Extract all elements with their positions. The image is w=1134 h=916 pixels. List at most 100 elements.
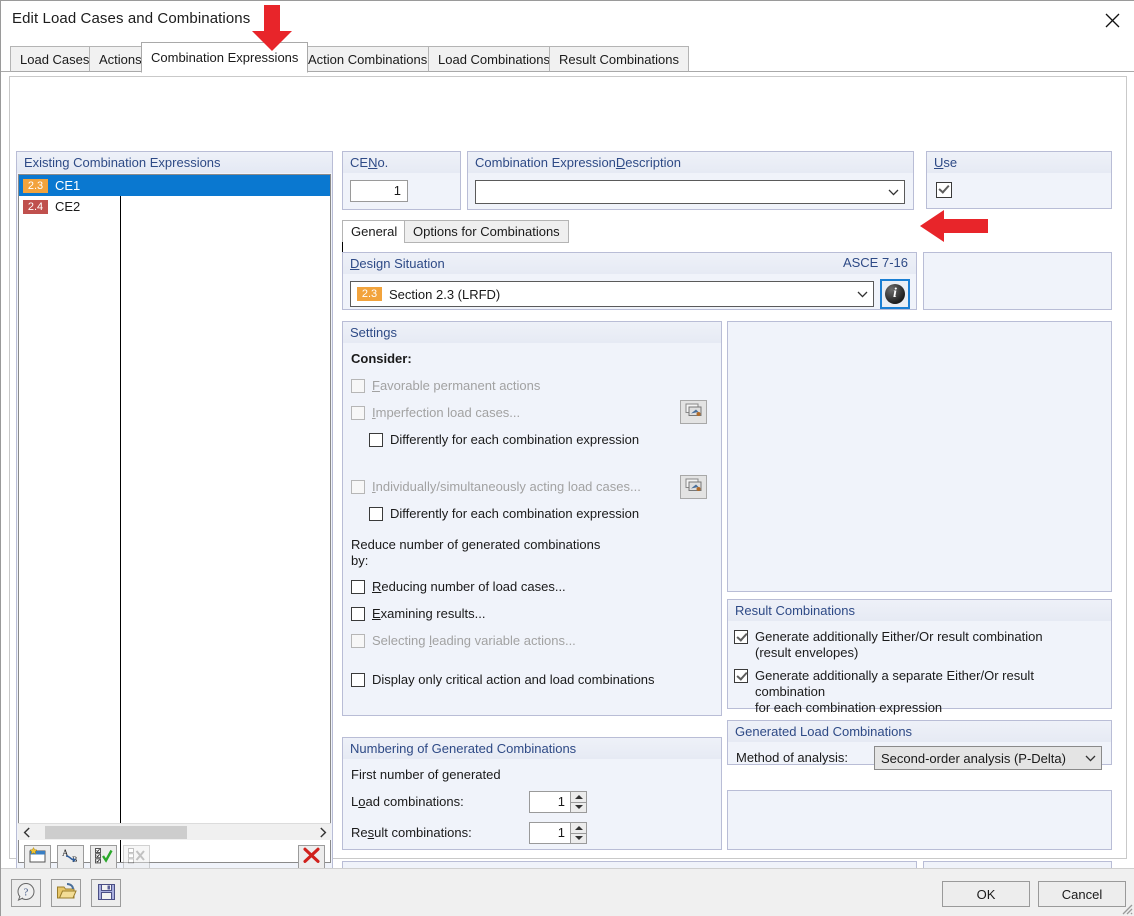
list-item-label: CE1 (55, 178, 81, 193)
delete-combination-expression-button[interactable] (298, 845, 325, 869)
checkbox-row-favorable-permanent-actions[interactable]: Favorable permanent actions (351, 378, 540, 393)
generated-load-combinations-title: Generated Load Combinations (727, 720, 1112, 742)
main-tabstrip: Load Cases Actions Combination Expressio… (1, 39, 1134, 73)
method-of-analysis-select[interactable]: Second-order analysis (P-Delta) (874, 746, 1102, 770)
examining-results-checkbox[interactable] (351, 607, 365, 621)
scrollbar-track[interactable] (35, 824, 314, 841)
result-combinations-number-input[interactable]: 1 (529, 822, 570, 844)
list-horizontal-scrollbar[interactable] (18, 823, 331, 840)
individually-simultaneously-select-button[interactable] (680, 475, 707, 499)
close-button[interactable] (1089, 1, 1134, 39)
individually-simultaneously-checkbox[interactable] (351, 480, 365, 494)
settings-title: Settings (342, 321, 722, 343)
rename-icon: A B (61, 847, 80, 867)
help-button[interactable]: ? (11, 879, 41, 907)
checkbox-label: Individually/simultaneously acting load … (372, 479, 641, 494)
resize-grip[interactable] (1119, 901, 1133, 915)
checkbox-label: Display only critical action and load co… (372, 672, 655, 687)
existing-combination-expressions-group: Existing Combination Expressions 2.3 CE1… (16, 151, 333, 876)
use-group: Use (926, 151, 1112, 209)
select-objects-icon (685, 478, 703, 496)
open-button[interactable] (51, 879, 81, 907)
checkbox-row-generate-separate-either-or-result-combination[interactable]: Generate additionally a separate Either/… (734, 668, 1106, 716)
help-icon: ? (16, 882, 36, 905)
ok-button[interactable]: OK (942, 881, 1030, 907)
method-of-analysis-label: Method of analysis: (736, 750, 849, 765)
dialog-body: Existing Combination Expressions 2.3 CE1… (1, 72, 1134, 916)
checkbox-label: Differently for each combination express… (390, 432, 640, 447)
generate-separate-either-or-checkbox[interactable] (734, 669, 748, 683)
cancel-button[interactable]: Cancel (1038, 881, 1126, 907)
numbering-title: Numbering of Generated Combinations (342, 737, 722, 759)
load-combinations-number-input[interactable]: 1 (529, 791, 570, 813)
tab-action-combinations[interactable]: Action Combinations (298, 46, 438, 72)
chevron-down-icon[interactable] (1079, 747, 1101, 769)
existing-combination-expressions-title: Existing Combination Expressions (16, 151, 333, 173)
stepper-down-button[interactable] (570, 832, 587, 844)
imperfection-load-cases-checkbox[interactable] (351, 406, 365, 420)
generate-either-or-result-combination-checkbox[interactable] (734, 630, 748, 644)
design-situation-group: Design Situation ASCE 7-16 2.3 Section 2… (342, 252, 917, 310)
delete-red-x-icon (302, 847, 321, 867)
checkbox-row-selecting-leading-variable-actions[interactable]: Selecting leading variable actions... (351, 633, 576, 648)
checkbox-row-imperfection-load-cases[interactable]: Imperfection load cases... (351, 405, 520, 420)
result-combinations-number-label: Result combinations: (351, 825, 472, 840)
stepper-down-button[interactable] (570, 801, 587, 813)
imperfection-differently-checkbox[interactable] (369, 433, 383, 447)
list-column-separator (120, 175, 121, 862)
checkbox-label: Imperfection load cases... (372, 405, 521, 420)
chevron-left-icon[interactable] (18, 824, 35, 841)
chevron-down-icon[interactable] (882, 181, 904, 203)
use-title: Use (926, 151, 1112, 173)
inner-tab-divider (342, 242, 343, 252)
use-checkbox[interactable] (936, 182, 952, 198)
checkbox-row-examining-results[interactable]: Examining results... (351, 606, 485, 621)
tab-load-cases[interactable]: Load Cases (10, 46, 100, 72)
load-combinations-number-stepper[interactable]: 1 (529, 791, 587, 813)
tab-combination-expressions[interactable]: Combination Expressions (141, 42, 309, 73)
first-number-label: First number of generated (351, 767, 501, 782)
ce-no-input[interactable]: 1 (350, 180, 408, 202)
checkbox-row-reducing-number-of-load-cases[interactable]: Reducing number of load cases... (351, 579, 566, 594)
combination-expression-description-title: Combination Expression Description (467, 151, 914, 173)
save-disk-icon (97, 883, 116, 904)
favorable-permanent-actions-checkbox[interactable] (351, 379, 365, 393)
tab-options-for-combinations[interactable]: Options for Combinations (404, 220, 569, 243)
checkbox-row-generate-either-or-result-combination[interactable]: Generate additionally Either/Or result c… (734, 629, 1106, 661)
reduce-label-line2: by: (351, 553, 369, 568)
checkbox-row-display-only-critical[interactable]: Display only critical action and load co… (351, 672, 655, 687)
design-standard-label: ASCE 7-16 (842, 255, 908, 270)
display-only-critical-checkbox[interactable] (351, 673, 365, 687)
chevron-right-icon[interactable] (314, 824, 331, 841)
new-combination-expression-button[interactable] (24, 845, 51, 869)
individually-differently-checkbox[interactable] (369, 507, 383, 521)
reducing-number-of-load-cases-checkbox[interactable] (351, 580, 365, 594)
imperfection-load-cases-select-button[interactable] (680, 400, 707, 424)
settings-group: Settings Consider: Favorable permanent a… (342, 321, 722, 716)
design-situation-select[interactable]: 2.3 Section 2.3 (LRFD) (350, 281, 874, 307)
list-item[interactable]: 2.4 CE2 (19, 196, 330, 217)
checkbox-row-individually-simultaneously-acting-load-cases[interactable]: Individually/simultaneously acting load … (351, 479, 641, 494)
design-situation-info-button[interactable]: i (880, 279, 910, 309)
deselect-all-button[interactable] (123, 845, 150, 869)
list-item-badge: 2.4 (23, 199, 48, 214)
select-all-button[interactable] (90, 845, 117, 869)
chevron-down-icon[interactable] (851, 282, 873, 306)
stepper-up-button[interactable] (570, 822, 587, 833)
list-item[interactable]: 2.3 CE1 (19, 175, 330, 196)
checkbox-row-individually-differently[interactable]: Differently for each combination express… (369, 506, 639, 521)
result-combinations-number-stepper[interactable]: 1 (529, 822, 587, 844)
stepper-up-button[interactable] (570, 791, 587, 802)
scrollbar-thumb[interactable] (45, 825, 187, 839)
tab-result-combinations[interactable]: Result Combinations (549, 46, 689, 72)
save-button[interactable] (91, 879, 121, 907)
rename-combination-expression-button[interactable]: A B (57, 845, 84, 869)
selecting-leading-variable-actions-checkbox[interactable] (351, 634, 365, 648)
combination-expressions-list[interactable]: 2.3 CE1 2.4 CE2 (18, 174, 331, 863)
combination-expression-description-input[interactable] (475, 180, 905, 204)
dialog-footer: ? OK Cancel (1, 868, 1134, 916)
checkbox-row-imperfection-differently[interactable]: Differently for each combination express… (369, 432, 639, 447)
check-all-icon (94, 847, 113, 867)
tab-load-combinations[interactable]: Load Combinations (428, 46, 561, 72)
tab-general[interactable]: General (342, 220, 407, 243)
